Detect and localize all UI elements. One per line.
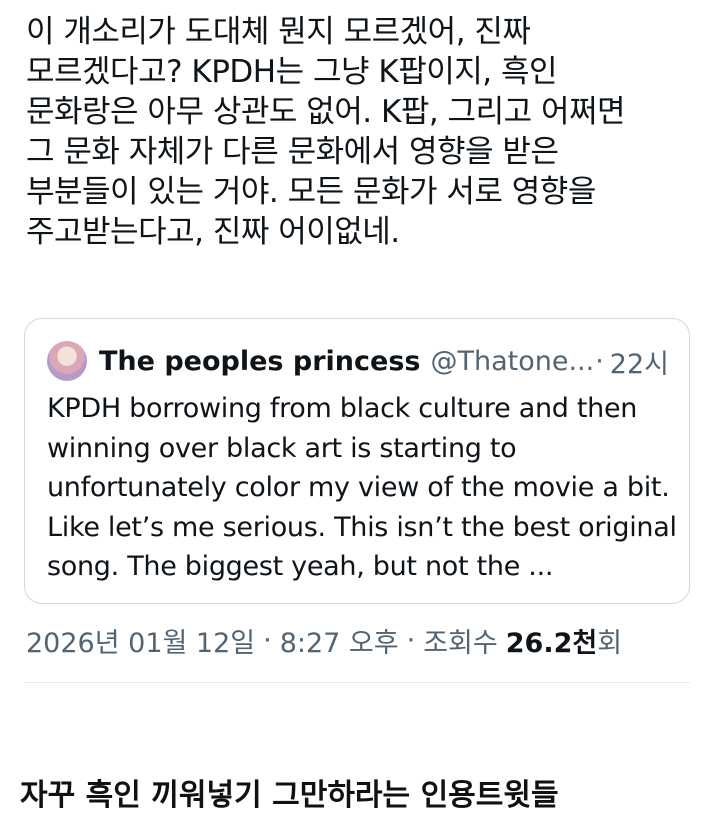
tweet-time[interactable]: 8:27 오후: [280, 621, 399, 660]
views-count: 26.2천: [505, 627, 598, 659]
header-separator: ·: [595, 345, 604, 377]
meta-separator: ·: [263, 624, 272, 656]
quoted-tweet-text: KPDH borrowing from black culture and th…: [47, 393, 677, 582]
quoted-author-handle[interactable]: @Thatone...: [430, 346, 594, 377]
divider: [24, 682, 690, 683]
tweet-date[interactable]: 2026년 01월 12일: [26, 621, 255, 660]
tweet-meta: 2026년 01월 12일 · 8:27 오후 · 조회수 26.2천 회: [26, 620, 622, 660]
quoted-tweet-time[interactable]: 22시: [610, 342, 669, 381]
quoted-author-name[interactable]: The peoples princess: [99, 346, 420, 377]
views-suffix: 회: [597, 627, 623, 659]
avatar[interactable]: [47, 341, 87, 381]
post-caption: 자꾸 흑인 끼워넣기 그만하라는 인용트윗들: [20, 778, 559, 813]
quoted-tweet-card[interactable]: The peoples princess @Thatone... · 22시 K…: [24, 318, 690, 604]
views-label: 조회수: [423, 627, 498, 659]
tweet-text: 이 개소리가 도대체 뭔지 모르겠어, 진짜 모르겠다고? KPDH는 그냥 K…: [26, 14, 626, 250]
quoted-tweet-header: The peoples princess @Thatone... · 22시: [47, 341, 669, 381]
meta-separator: ·: [406, 624, 416, 656]
